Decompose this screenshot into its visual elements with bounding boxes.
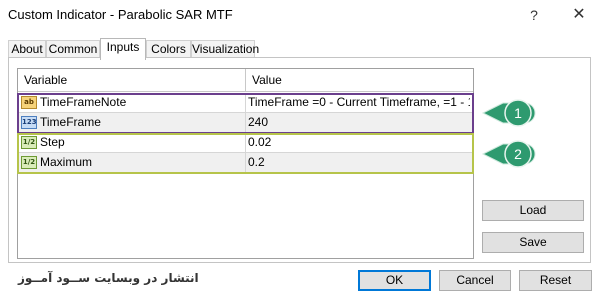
header-variable[interactable]: Variable — [18, 69, 67, 91]
callout-1: 1 — [481, 99, 536, 127]
cancel-button[interactable]: Cancel — [439, 270, 511, 291]
window-title: Custom Indicator - Parabolic SAR MTF — [8, 7, 233, 22]
header-value[interactable]: Value — [246, 69, 282, 91]
load-button[interactable]: Load — [482, 200, 584, 221]
callout-1-label: 1 — [514, 105, 522, 121]
help-icon[interactable]: ? — [523, 4, 545, 26]
close-icon[interactable]: ✕ — [568, 4, 590, 26]
reset-button[interactable]: Reset — [519, 270, 592, 291]
save-button[interactable]: Save — [482, 232, 584, 253]
highlight-box-group-2 — [17, 133, 474, 174]
callout-2-label: 2 — [514, 146, 522, 162]
title-bar: Custom Indicator - Parabolic SAR MTF ? ✕ — [0, 0, 599, 30]
grid-header: Variable Value — [18, 69, 473, 92]
tab-inputs[interactable]: Inputs — [100, 38, 146, 60]
watermark-text: انتشار در وبسایت ســود آمــوز — [18, 271, 199, 285]
ok-button[interactable]: OK — [358, 270, 431, 291]
highlight-box-group-1 — [17, 93, 474, 134]
callout-2: 2 — [481, 140, 536, 168]
